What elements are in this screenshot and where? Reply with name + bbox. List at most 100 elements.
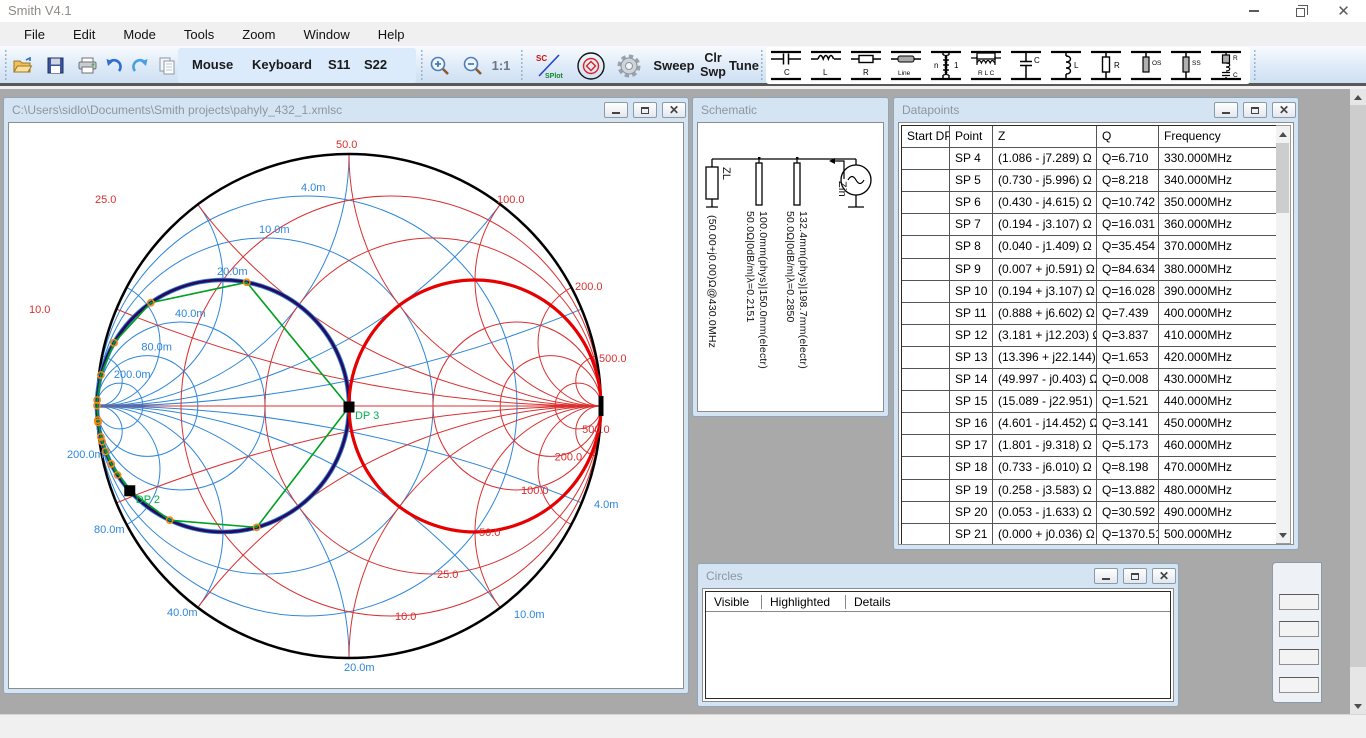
menu-item-window[interactable]: Window [289,24,363,45]
column-header-frequency[interactable]: Frequency [1159,126,1281,147]
datapoint-row[interactable]: SP 4(1.086 - j7.289) ΩQ=6.710330.000MHz [902,148,1281,170]
series-rlc-button[interactable]: R L C [966,48,1006,83]
save-button[interactable] [42,49,68,82]
mode-button-s11[interactable]: S11 [328,57,350,72]
circles-minimize-button[interactable] [1094,568,1118,584]
smith-application: Smith V4.1 ✕ FileEditModeToolsZoomWindow… [0,0,1366,738]
datapoint-row[interactable]: SP 9(0.007 + j0.591) ΩQ=84.634380.000MHz [902,259,1281,281]
series-resistor-button[interactable]: R [846,48,886,83]
datapoint-row[interactable]: SP 8(0.040 - j1.409) ΩQ=35.454370.000MHz [902,236,1281,258]
window-restore-button[interactable] [1276,0,1321,22]
fragment-button[interactable] [1279,621,1319,637]
window-minimize-button[interactable] [1231,0,1276,22]
stub2-symbol[interactable] [794,163,800,205]
scrollbar-thumb[interactable] [1350,105,1366,667]
zoom-in-button[interactable] [426,49,454,82]
datapoint-row[interactable]: SP 11(0.888 + j6.602) ΩQ=7.439400.000MHz [902,303,1281,325]
zoom-1to1-button[interactable]: 1:1 [488,49,514,82]
chart-window-titlebar[interactable]: C:\Users\sidlo\Documents\Smith projects\… [8,98,684,122]
stub1-symbol[interactable] [756,163,762,205]
column-header-z[interactable]: Z [993,126,1097,147]
scroll-down-button[interactable] [1350,698,1366,714]
column-header-point[interactable]: Point [950,126,993,147]
column-highlighted[interactable]: Highlighted [762,595,846,609]
shorted-stub-button[interactable]: SS [1166,48,1206,83]
column-header-q[interactable]: Q [1097,126,1159,147]
undo-button[interactable] [102,49,126,82]
menu-item-edit[interactable]: Edit [59,24,109,45]
datapoint-row[interactable]: SP 14(49.997 - j0.403) ΩQ=0.008430.000MH… [902,369,1281,391]
chart-close-button[interactable]: ✕ [662,102,686,118]
copy-button[interactable] [154,49,180,82]
settings-button[interactable] [612,49,646,82]
mode-button-keyboard[interactable]: Keyboard [252,57,312,72]
q-cell: Q=7.439 [1097,303,1159,324]
fragment-button[interactable] [1279,594,1319,610]
schematic-canvas[interactable]: ZL Zin (50.00+j0.00)Ω@430.0MHz 50.0Ω|0dB… [697,122,884,412]
datapoint-row[interactable]: SP 6(0.430 - j4.615) ΩQ=10.742350.000MHz [902,192,1281,214]
load-symbol[interactable] [706,167,718,199]
column-header-start-dp[interactable]: Start DP [902,126,950,147]
q-cell: Q=8.218 [1097,170,1159,191]
circles-maximize-button[interactable] [1123,568,1147,584]
menu-item-help[interactable]: Help [364,24,419,45]
menu-item-mode[interactable]: Mode [109,24,170,45]
mode-button-mouse[interactable]: Mouse [192,57,233,72]
chart-minimize-button[interactable] [604,102,628,118]
circles-close-button[interactable]: ✕ [1152,568,1176,584]
shunt-rlc-button[interactable]: R C [1206,48,1246,83]
open-stub-button[interactable]: OS [1126,48,1166,83]
shunt-capacitor-button[interactable]: C [1006,48,1046,83]
datapoints-window: Datapoints ✕ Start DPPointZQFrequencySP … [893,97,1299,550]
datapoint-row[interactable]: SP 5(0.730 - j5.996) ΩQ=8.218340.000MHz [902,170,1281,192]
shunt-resistor-button[interactable]: R [1086,48,1126,83]
datapoint-row[interactable]: SP 7(0.194 - j3.107) ΩQ=16.031360.000MHz [902,214,1281,236]
datapoint-row[interactable]: SP 19(0.258 - j3.583) ΩQ=13.882480.000MH… [902,480,1281,502]
series-capacitor-button[interactable]: C [766,48,806,83]
schematic-window-titlebar[interactable]: Schematic [697,98,884,122]
scroll-up-button[interactable] [1276,126,1289,142]
fragment-button[interactable] [1279,649,1319,665]
shunt-inductor-button[interactable]: L [1046,48,1086,83]
datapoints-minimize-button[interactable] [1214,102,1238,118]
datapoints-close-button[interactable]: ✕ [1272,102,1296,118]
print-button[interactable] [74,49,100,82]
circles-tool-button[interactable] [575,49,607,82]
column-visible[interactable]: Visible [706,595,762,609]
redo-button[interactable] [128,49,152,82]
datapoint-row[interactable]: SP 13(13.396 + j22.144) ΩQ=1.653420.000M… [902,347,1281,369]
menu-item-file[interactable]: File [10,24,59,45]
datapoint-row[interactable]: SP 18(0.733 - j6.010) ΩQ=8.198470.000MHz [902,457,1281,479]
datapoint-row[interactable]: SP 15(15.089 - j22.951) ΩQ=1.521440.000M… [902,391,1281,413]
datapoint-row[interactable]: SP 20(0.053 - j1.633) ΩQ=30.592490.000MH… [902,502,1281,524]
sc-splot-toggle-button[interactable]: SC SPlot [532,49,566,82]
smith-chart-canvas[interactable]: 10.025.050.0100.0200.0500.04.0m10.0m20.0… [8,122,684,689]
sweep-button[interactable]: Sweep [652,49,696,82]
datapoint-row[interactable]: SP 16(4.601 - j14.452) ΩQ=3.141450.000MH… [902,413,1281,435]
zoom-out-button[interactable] [459,49,487,82]
tune-button[interactable]: Tune [724,49,764,82]
open-button[interactable] [10,49,36,82]
series-inductor-button[interactable]: L [806,48,846,83]
menu-item-zoom[interactable]: Zoom [228,24,289,45]
mode-button-s22[interactable]: S22 [364,57,387,72]
column-details[interactable]: Details [846,595,899,609]
datapoint-row[interactable]: SP 17(1.801 - j9.318) ΩQ=5.173460.000MHz [902,435,1281,457]
fragment-button[interactable] [1279,677,1319,693]
scroll-down-button[interactable] [1276,527,1289,543]
datapoints-maximize-button[interactable] [1243,102,1267,118]
transmission-line-button[interactable]: Line [886,48,926,83]
datapoint-row[interactable]: SP 10(0.194 + j3.107) ΩQ=16.028390.000MH… [902,281,1281,303]
workspace-vertical-scrollbar[interactable] [1350,89,1366,714]
smith-chart[interactable]: 10.025.050.0100.0200.0500.04.0m10.0m20.0… [9,123,684,689]
scroll-up-button[interactable] [1350,89,1366,105]
chart-maximize-button[interactable] [633,102,657,118]
window-close-button[interactable]: ✕ [1321,0,1366,22]
datapoints-scrollbar[interactable] [1276,125,1291,544]
scrollbar-thumb[interactable] [1276,143,1289,213]
menu-item-tools[interactable]: Tools [170,24,228,45]
transformer-button[interactable]: n 1 [926,48,966,83]
shorted-stub-icon: SS [1167,49,1205,82]
datapoint-row[interactable]: SP 12(3.181 + j12.203) ΩQ=3.837410.000MH… [902,325,1281,347]
datapoint-row[interactable]: SP 21(0.000 + j0.036) ΩQ=1370.515500.000… [902,524,1281,545]
